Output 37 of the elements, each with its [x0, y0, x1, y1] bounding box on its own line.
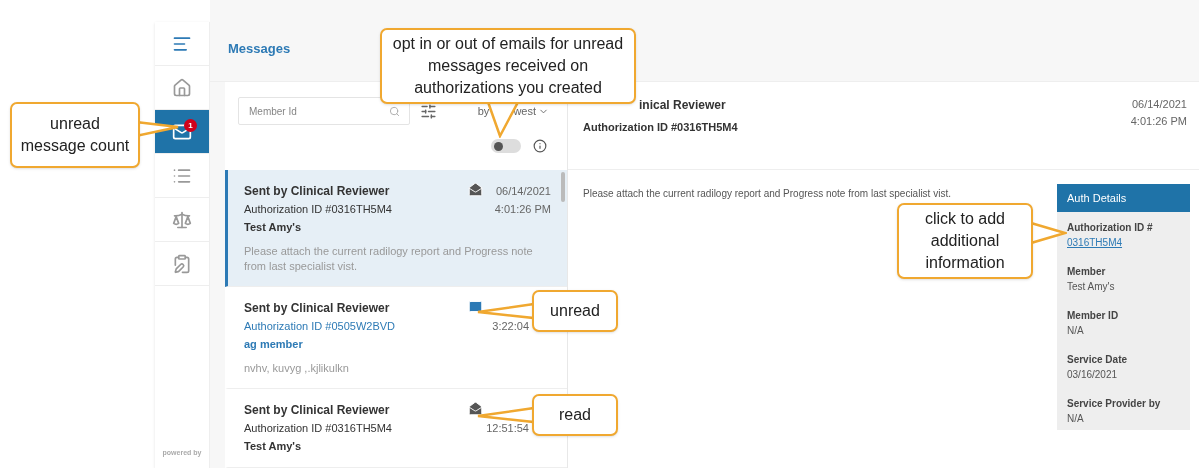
field-value: N/A: [1067, 324, 1085, 338]
field-label: Service Provider by: [1067, 397, 1162, 411]
member-name: Test Amy's: [244, 220, 303, 235]
authorization-id: Authorization ID #0316TH5M4: [244, 202, 392, 217]
authorization-id: Authorization ID #0316TH5M4: [583, 120, 738, 135]
sender-name: Sent by Clinical Reviewer: [244, 183, 391, 200]
message-preview: Please attach the current radilogy report and Progress note from last specialist vist.: [244, 244, 534, 274]
field-label: Member: [1067, 265, 1107, 279]
message-title: inical Reviewer: [638, 97, 727, 114]
member-name: ag member: [244, 337, 304, 352]
field-label: Service Date: [1067, 353, 1129, 367]
message-time: 3:22:04: [492, 319, 529, 334]
unread-count-badge: 1: [184, 119, 197, 132]
message-date: 06/14/2021: [495, 184, 551, 199]
field-value: N/A: [1067, 412, 1085, 426]
message-preview: nvhv, kuvyg ,.kjlikulkn: [244, 361, 350, 376]
authorization-id: Authorization ID #0316TH5M4: [244, 421, 392, 436]
callout-tooltip: opt in or out of emails for unread messages received on authorizations you created: [380, 28, 636, 104]
callout-tooltip: click to add additional information: [897, 203, 1033, 279]
message-date: 06/14/2021: [1131, 97, 1187, 112]
field-label: Member ID: [1067, 309, 1120, 323]
message-time: 12:51:54: [486, 421, 529, 436]
sender-name: Sent by Clinical Reviewer: [244, 402, 391, 419]
callout-tooltip: unread: [532, 290, 618, 332]
callout-tooltip: read: [532, 394, 618, 436]
field-value: Test Amy's: [1067, 280, 1116, 294]
field-label: Authorization ID #: [1067, 221, 1154, 235]
member-name: Test Amy's: [244, 439, 303, 454]
page-title: Messages: [228, 41, 291, 56]
field-value: 03/16/2021: [1067, 368, 1119, 382]
authorization-id: Authorization ID #0505W2BVD: [244, 319, 396, 334]
message-time: 4:01:26 PM: [494, 202, 551, 217]
message-time: 4:01:26 PM: [1130, 113, 1187, 129]
message-body: Please attach the current radilogy report and Progress note from last specialist vist.: [583, 187, 951, 201]
auth-details-title: Auth Details: [1067, 190, 1127, 206]
sender-name: Sent by Clinical Reviewer: [244, 300, 391, 317]
callout-tooltip: unread message count: [10, 102, 140, 168]
